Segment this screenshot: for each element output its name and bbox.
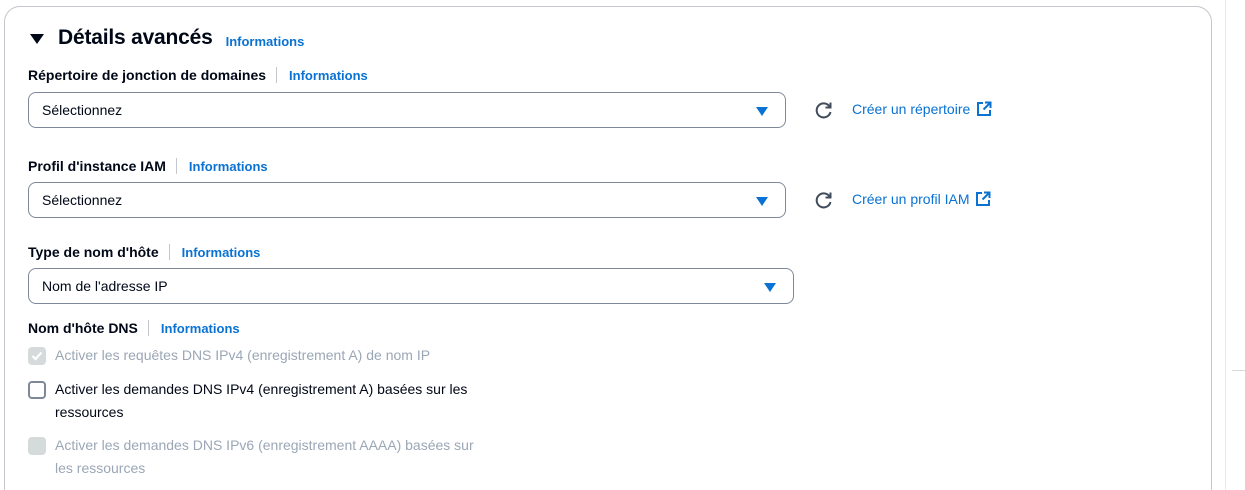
iam-profile-select[interactable]: Sélectionnez	[28, 182, 786, 218]
dns-option-ipv4-ip-name: Activer les requêtes DNS IPv4 (enregistr…	[28, 346, 430, 367]
section-info-link[interactable]: Informations	[226, 34, 305, 49]
label-divider	[276, 67, 278, 83]
dns-hostname-label: Nom d'hôte DNS	[28, 320, 138, 336]
dropdown-caret-icon	[764, 283, 776, 292]
domain-join-label: Répertoire de jonction de domaines	[28, 67, 267, 83]
dns-option-label: Activer les requêtes DNS IPv4 (enregistr…	[55, 344, 430, 367]
edge-divider	[1232, 370, 1245, 371]
dns-option-label-line2[interactable]: ressources	[55, 404, 123, 420]
dns-option-ipv4-resource[interactable]: Activer les demandes DNS IPv4 (enregistr…	[28, 380, 467, 424]
create-iam-profile-link-text[interactable]: Créer un profil IAM	[852, 191, 969, 207]
dns-option-label-line1: Activer les demandes DNS IPv6 (enregistr…	[55, 437, 474, 453]
iam-profile-label-row: Profil d'instance IAM Informations	[28, 158, 268, 174]
hostname-type-label-row: Type de nom d'hôte Informations	[28, 244, 260, 260]
checkbox-checked-disabled	[28, 347, 46, 365]
hostname-type-select-value: Nom de l'adresse IP	[42, 278, 168, 294]
checkbox[interactable]	[28, 381, 46, 399]
refresh-icon[interactable]	[814, 190, 834, 210]
section-header[interactable]: Détails avancés Informations	[30, 26, 304, 50]
label-divider	[175, 158, 177, 174]
iam-profile-select-value: Sélectionnez	[42, 192, 123, 208]
dns-option-label-line1: Activer les requêtes DNS IPv4 (enregistr…	[55, 347, 431, 363]
caret-down-icon[interactable]	[30, 34, 44, 44]
hostname-type-label: Type de nom d'hôte	[28, 244, 159, 260]
hostname-type-select[interactable]: Nom de l'adresse IP	[28, 268, 794, 304]
checkmark-icon	[31, 351, 43, 361]
create-iam-profile-link[interactable]: Créer un profil IAM	[852, 191, 991, 207]
label-divider	[147, 320, 149, 336]
dns-option-label[interactable]: Activer les demandes DNS IPv4 (enregistr…	[55, 378, 467, 424]
dropdown-caret-icon	[756, 107, 768, 116]
domain-join-info-link[interactable]: Informations	[289, 68, 368, 83]
label-divider	[168, 244, 170, 260]
dns-option-ipv6-resource: Activer les demandes DNS IPv6 (enregistr…	[28, 436, 474, 480]
external-link-icon	[977, 101, 992, 116]
create-directory-link-text[interactable]: Créer un répertoire	[852, 101, 970, 117]
iam-profile-info-link[interactable]: Informations	[189, 159, 268, 174]
dropdown-caret-icon	[756, 197, 768, 206]
domain-join-select[interactable]: Sélectionnez	[28, 92, 786, 128]
iam-profile-label: Profil d'instance IAM	[28, 158, 166, 174]
domain-join-select-value: Sélectionnez	[42, 102, 123, 118]
dns-option-label-line2: les ressources	[55, 460, 146, 476]
external-link-icon	[976, 191, 991, 206]
hostname-type-info-link[interactable]: Informations	[182, 245, 261, 260]
dns-hostname-label-row: Nom d'hôte DNS Informations	[28, 320, 240, 336]
section-title[interactable]: Détails avancés	[58, 26, 213, 50]
dns-hostname-info-link[interactable]: Informations	[161, 321, 240, 336]
dns-option-label: Activer les demandes DNS IPv6 (enregistr…	[55, 434, 474, 480]
dns-option-label-line1[interactable]: Activer les demandes DNS IPv4 (enregistr…	[55, 381, 467, 397]
checkbox-disabled	[28, 437, 46, 455]
create-directory-link[interactable]: Créer un répertoire	[852, 101, 992, 117]
scroll-edge	[1225, 0, 1226, 490]
refresh-icon[interactable]	[814, 100, 834, 120]
domain-join-label-row: Répertoire de jonction de domaines Infor…	[28, 67, 368, 83]
